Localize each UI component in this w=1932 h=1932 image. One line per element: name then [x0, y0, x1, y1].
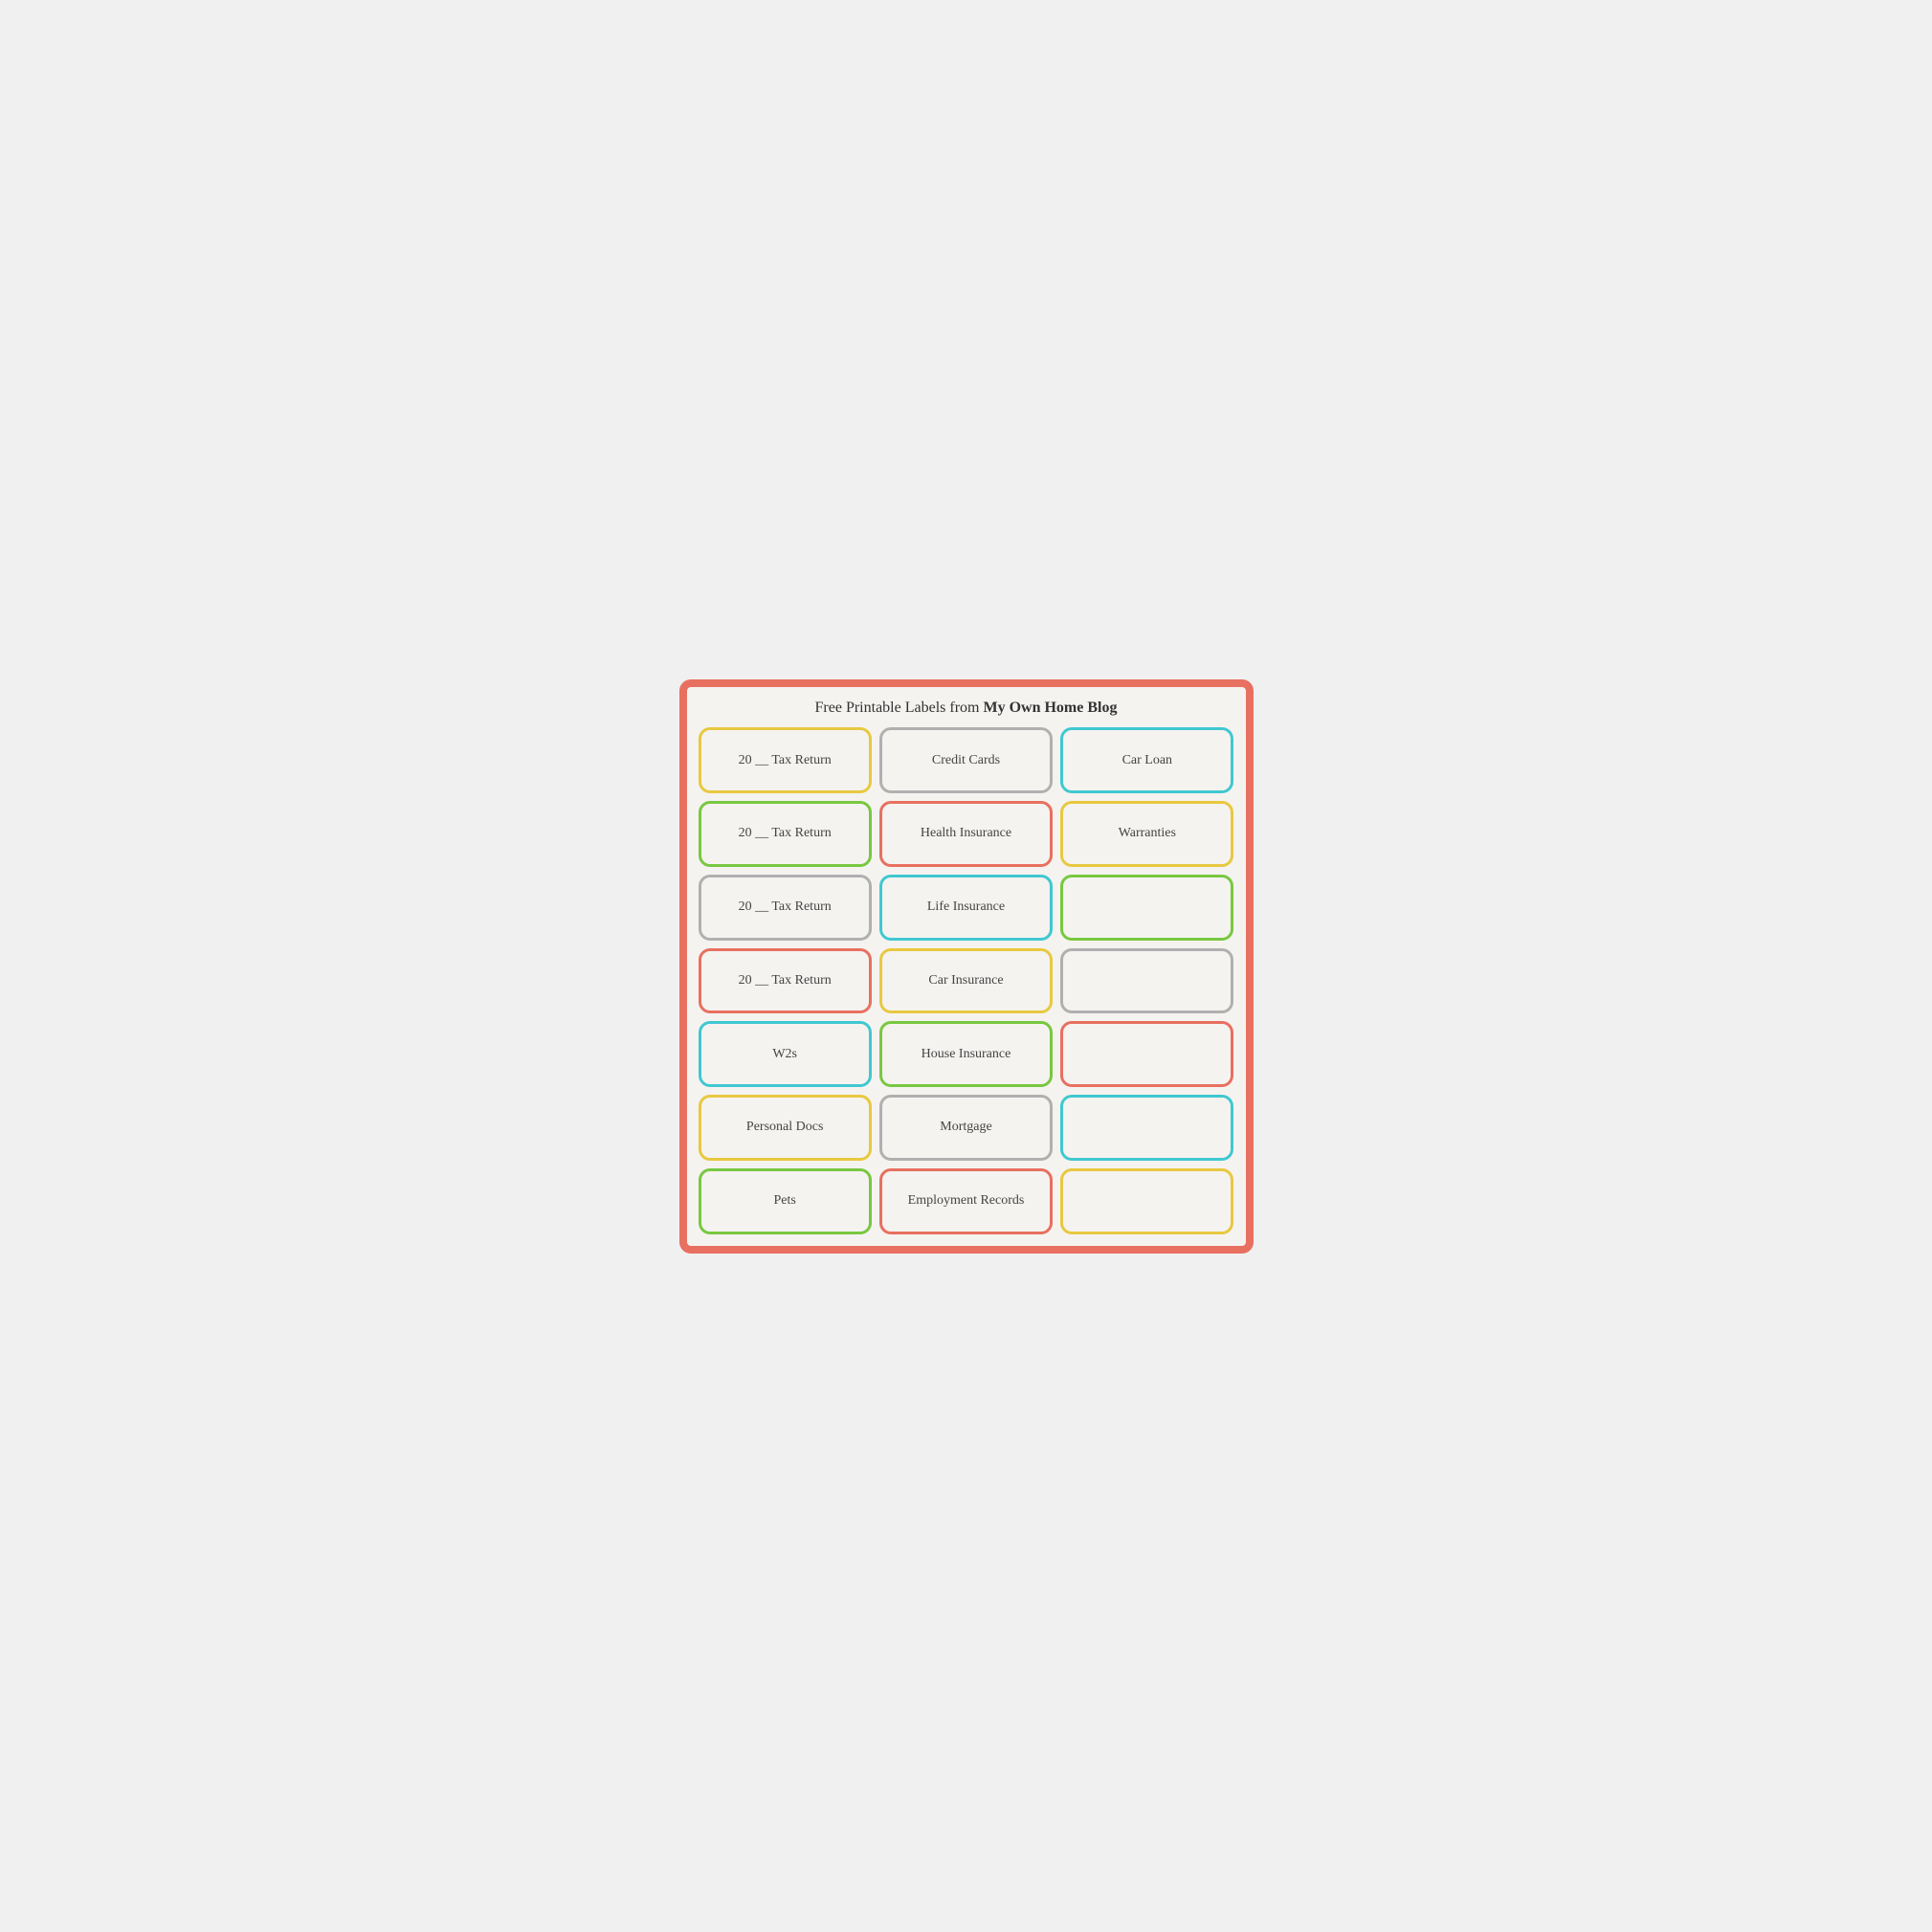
label-cell: 20 __ Tax Return [699, 801, 872, 867]
printable-labels-page: Free Printable Labels from My Own Home B… [679, 679, 1254, 1254]
label-cell: Employment Records [879, 1168, 1053, 1234]
label-cell [1060, 948, 1233, 1014]
page-title: Free Printable Labels from My Own Home B… [699, 699, 1234, 719]
label-cell [1060, 1168, 1233, 1234]
label-cell: Personal Docs [699, 1095, 872, 1161]
label-cell [1060, 1021, 1233, 1087]
label-cell: Car Loan [1060, 727, 1233, 793]
label-cell: Car Insurance [879, 948, 1053, 1014]
label-cell: W2s [699, 1021, 872, 1087]
label-cell: Warranties [1060, 801, 1233, 867]
label-cell: 20 __ Tax Return [699, 727, 872, 793]
labels-grid: 20 __ Tax ReturnCredit CardsCar Loan20 _… [699, 727, 1234, 1233]
label-cell: 20 __ Tax Return [699, 875, 872, 941]
label-cell: Life Insurance [879, 875, 1053, 941]
label-cell: 20 __ Tax Return [699, 948, 872, 1014]
label-cell: Mortgage [879, 1095, 1053, 1161]
label-cell [1060, 1095, 1233, 1161]
label-cell: Health Insurance [879, 801, 1053, 867]
label-cell: Pets [699, 1168, 872, 1234]
label-cell: House Insurance [879, 1021, 1053, 1087]
label-cell: Credit Cards [879, 727, 1053, 793]
label-cell [1060, 875, 1233, 941]
